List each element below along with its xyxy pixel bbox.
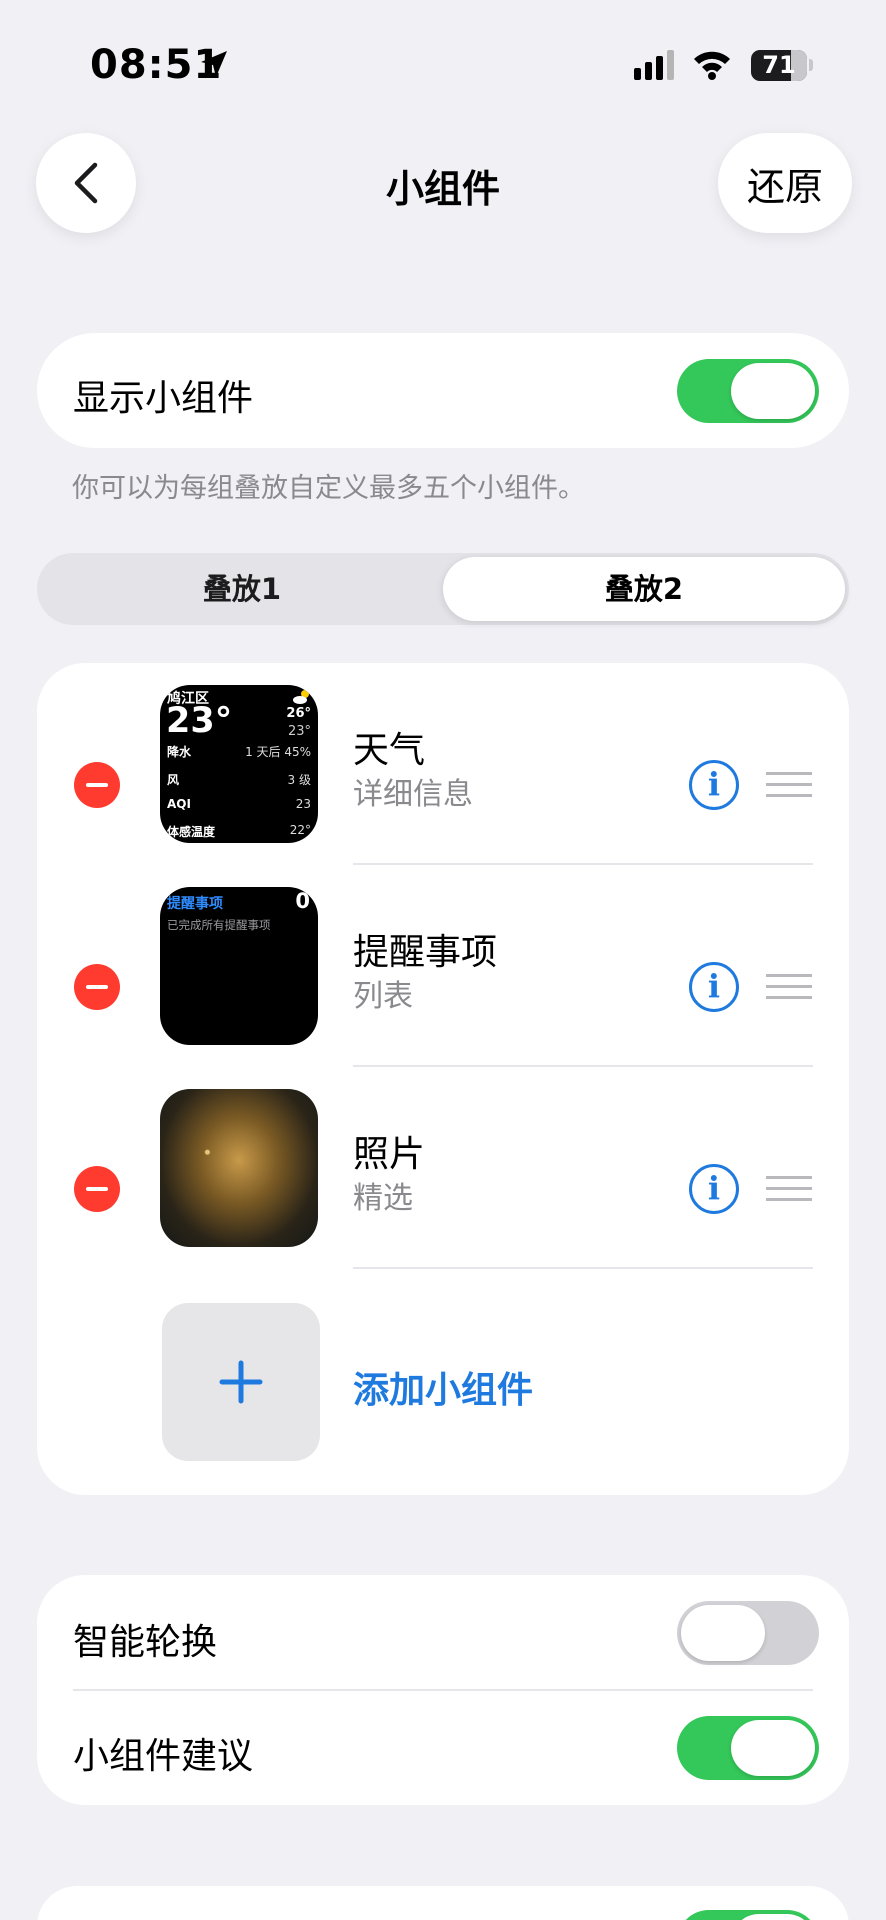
weather-row: 风 3 级 — [167, 771, 311, 788]
weather-cloud-sun-icon — [293, 690, 309, 704]
weather-row: AQI 23 — [167, 797, 311, 811]
weather-high: 26° — [286, 706, 311, 721]
toggle-knob — [681, 1605, 765, 1661]
next-settings-card — [37, 1886, 849, 1920]
weather-temp: 23° — [166, 701, 233, 741]
widget-suggestions-toggle[interactable] — [677, 1716, 819, 1780]
widget-title: 提醒事项 — [353, 932, 498, 973]
weather-row: 降水 1 天后 45% — [167, 743, 311, 760]
battery-icon: 71 — [751, 50, 807, 81]
weather-low: 23° — [287, 724, 311, 739]
widget-subtitle: 详细信息 — [353, 777, 473, 812]
widget-subtitle: 列表 — [353, 979, 413, 1014]
tab-stack-2[interactable]: 叠放2 — [443, 557, 845, 621]
drag-handle-icon[interactable] — [766, 1176, 812, 1202]
row-divider — [73, 1689, 813, 1691]
widget-row-photos: 照片 精选 i — [37, 1067, 849, 1269]
drag-handle-icon[interactable] — [766, 772, 812, 798]
location-arrow-icon — [201, 51, 227, 77]
widget-row-weather: 鸠江区 23° 26° 23° 降水 1 天后 45% 风 3 级 AQI 23… — [37, 663, 849, 865]
battery-cap — [809, 59, 813, 71]
weather-widget-preview: 鸠江区 23° 26° 23° 降水 1 天后 45% 风 3 级 AQI 23… — [160, 685, 318, 843]
photos-widget-preview — [160, 1089, 318, 1247]
toggle-knob — [731, 363, 815, 419]
reminders-preview-subtitle: 已完成所有提醒事项 — [167, 918, 271, 932]
rotation-settings-card: 智能轮换 小组件建议 — [37, 1575, 849, 1805]
remove-widget-button[interactable] — [74, 762, 120, 808]
restore-button[interactable]: 还原 — [718, 133, 852, 233]
weather-row-label: 降水 — [167, 745, 192, 759]
weather-row: 体感温度 22° — [167, 823, 311, 840]
plus-icon — [219, 1360, 263, 1404]
weather-row-value: 3 级 — [287, 773, 311, 787]
weather-row-value: 22° — [289, 823, 311, 837]
widget-title: 天气 — [353, 730, 426, 771]
row-divider — [353, 1267, 813, 1269]
widget-subtitle: 精选 — [353, 1181, 413, 1216]
widget-title: 照片 — [353, 1134, 426, 1175]
show-widgets-card: 显示小组件 — [37, 333, 849, 448]
info-icon[interactable]: i — [689, 760, 739, 810]
weather-row-label: 风 — [167, 773, 180, 787]
add-widget-button[interactable] — [162, 1303, 320, 1461]
remove-widget-button[interactable] — [74, 1166, 120, 1212]
widget-row-reminders: 提醒事项 0 已完成所有提醒事项 提醒事项 列表 i — [37, 865, 849, 1067]
show-widgets-toggle[interactable] — [677, 359, 819, 423]
partial-toggle[interactable] — [677, 1910, 819, 1920]
stack-segmented-control: 叠放1 叠放2 — [37, 553, 849, 625]
widget-suggestions-label: 小组件建议 — [73, 1736, 254, 1777]
toggle-knob — [731, 1720, 815, 1776]
info-icon[interactable]: i — [689, 1164, 739, 1214]
reminders-preview-count: 0 — [295, 889, 310, 913]
weather-row-label: 体感温度 — [167, 825, 216, 839]
remove-widget-button[interactable] — [74, 964, 120, 1010]
reminders-widget-preview: 提醒事项 0 已完成所有提醒事项 — [160, 887, 318, 1045]
signal-icon — [634, 50, 674, 80]
tab-stack-1[interactable]: 叠放1 — [41, 557, 443, 621]
battery-percent: 71 — [762, 51, 796, 79]
weather-row-label: AQI — [167, 797, 191, 811]
smart-rotate-label: 智能轮换 — [73, 1622, 218, 1663]
widget-list-card: 鸠江区 23° 26° 23° 降水 1 天后 45% 风 3 级 AQI 23… — [37, 663, 849, 1495]
show-widgets-label: 显示小组件 — [73, 378, 254, 419]
smart-rotate-toggle[interactable] — [677, 1601, 819, 1665]
wifi-icon — [694, 51, 730, 80]
hint-text: 你可以为每组叠放自定义最多五个小组件。 — [72, 473, 585, 504]
info-icon[interactable]: i — [689, 962, 739, 1012]
toggle-knob — [731, 1914, 815, 1920]
weather-row-value: 23 — [295, 797, 311, 811]
add-widget-label[interactable]: 添加小组件 — [353, 1361, 533, 1413]
reminders-preview-title: 提醒事项 — [167, 896, 223, 912]
weather-row-value: 1 天后 45% — [245, 745, 311, 759]
drag-handle-icon[interactable] — [766, 974, 812, 1000]
status-bar: 08:51 71 — [0, 0, 886, 130]
